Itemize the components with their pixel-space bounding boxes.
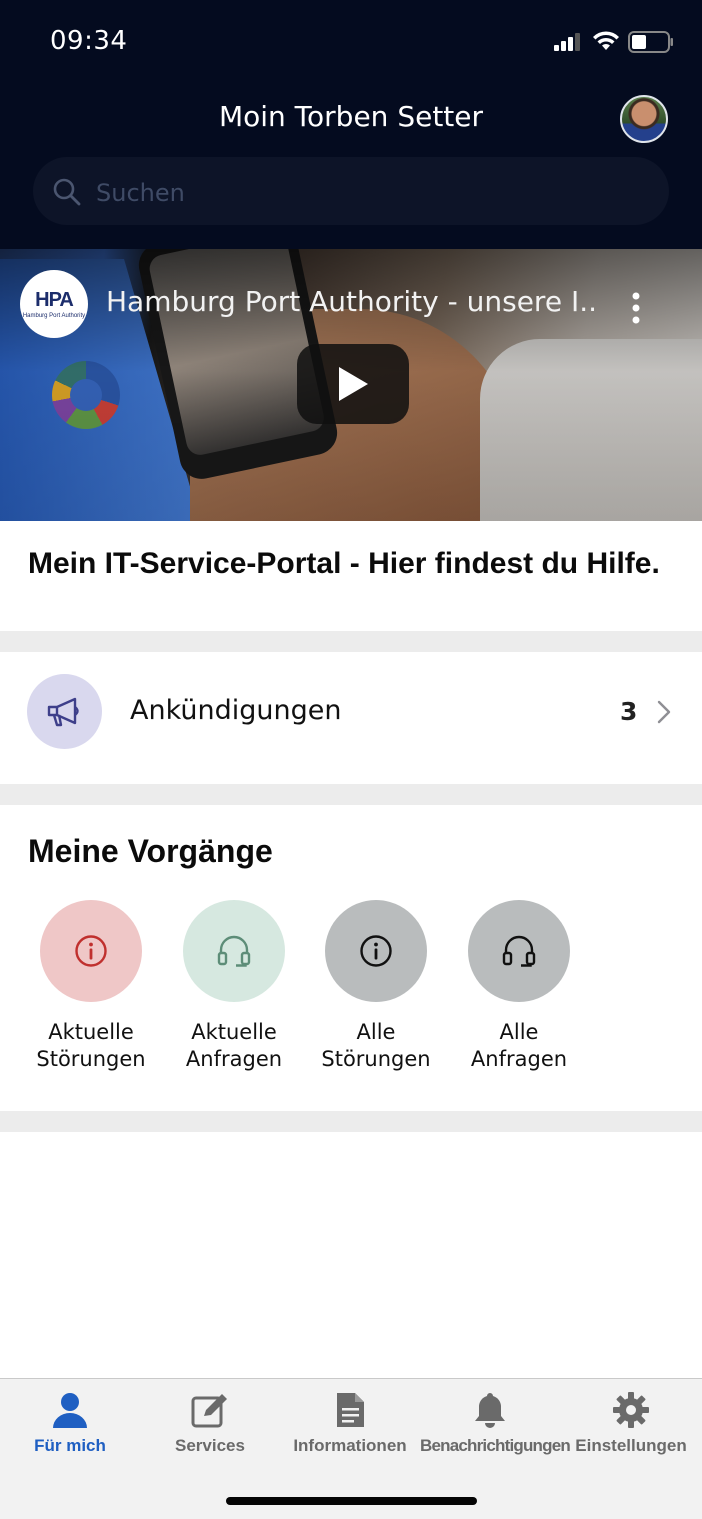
tab-services[interactable]: Services [140,1390,280,1456]
search-icon [53,178,81,206]
proc-circle-2 [325,900,427,1002]
bell-icon [475,1393,505,1428]
announcements-icon-badge [27,674,102,749]
announcements-count: 3 [620,697,638,726]
megaphone-icon [47,697,79,726]
current-requests-button[interactable]: Aktuelle Anfragen [164,900,304,1073]
processes-title: Meine Vorgänge [28,833,273,869]
tab-informationen[interactable]: Informationen [280,1390,420,1456]
announcements-label: Ankündigungen [130,695,342,726]
headset-icon [502,935,536,967]
empty-content-area [0,1132,702,1378]
video-title[interactable]: Hamburg Port Authority - unsere I... [106,285,596,318]
headset-icon [217,935,251,967]
greeting-title: Moin Torben Setter [218,100,484,133]
tab-label: Informationen [293,1436,407,1455]
more-options-icon[interactable] [624,290,648,326]
portal-title: Mein IT-Service-Portal - Hier findest du… [28,547,660,580]
play-button[interactable] [297,344,409,424]
info-icon [360,935,392,967]
wifi-icon [593,31,619,50]
proc-circle-3 [468,900,570,1002]
info-icon [75,935,107,967]
status-time: 09:34 [50,26,128,56]
channel-logo[interactable]: HPA Hamburg Port Authority [20,270,88,338]
proc-circle-0 [40,900,142,1002]
announcements-row[interactable] [0,652,702,784]
tab-label: Services [175,1436,245,1455]
chevron-right-icon [657,700,671,724]
search-input[interactable] [96,178,636,208]
person-icon [53,1393,87,1428]
proc-circle-1 [183,900,285,1002]
tab-label: Benachrichtigungen [420,1436,571,1455]
user-avatar[interactable] [620,95,668,143]
all-requests-button[interactable]: Alle Anfragen [449,900,589,1073]
tab-label: Für mich [34,1436,106,1455]
tab-fuer-mich[interactable]: Für mich [0,1390,140,1456]
tab-einstellungen[interactable]: Einstellungen [561,1390,701,1456]
battery-icon [628,31,673,53]
home-indicator [226,1497,477,1505]
gear-icon [613,1392,649,1428]
all-incidents-button[interactable]: Alle Störungen [306,900,446,1073]
cellular-signal-icon [554,33,580,51]
edit-icon [191,1394,227,1428]
play-icon [339,367,368,401]
tab-benachrichtigungen[interactable]: Benachrichtigungen [420,1390,571,1456]
tab-label: Einstellungen [575,1436,687,1455]
document-icon [337,1393,364,1427]
current-incidents-button[interactable]: Aktuelle Störungen [21,900,161,1073]
